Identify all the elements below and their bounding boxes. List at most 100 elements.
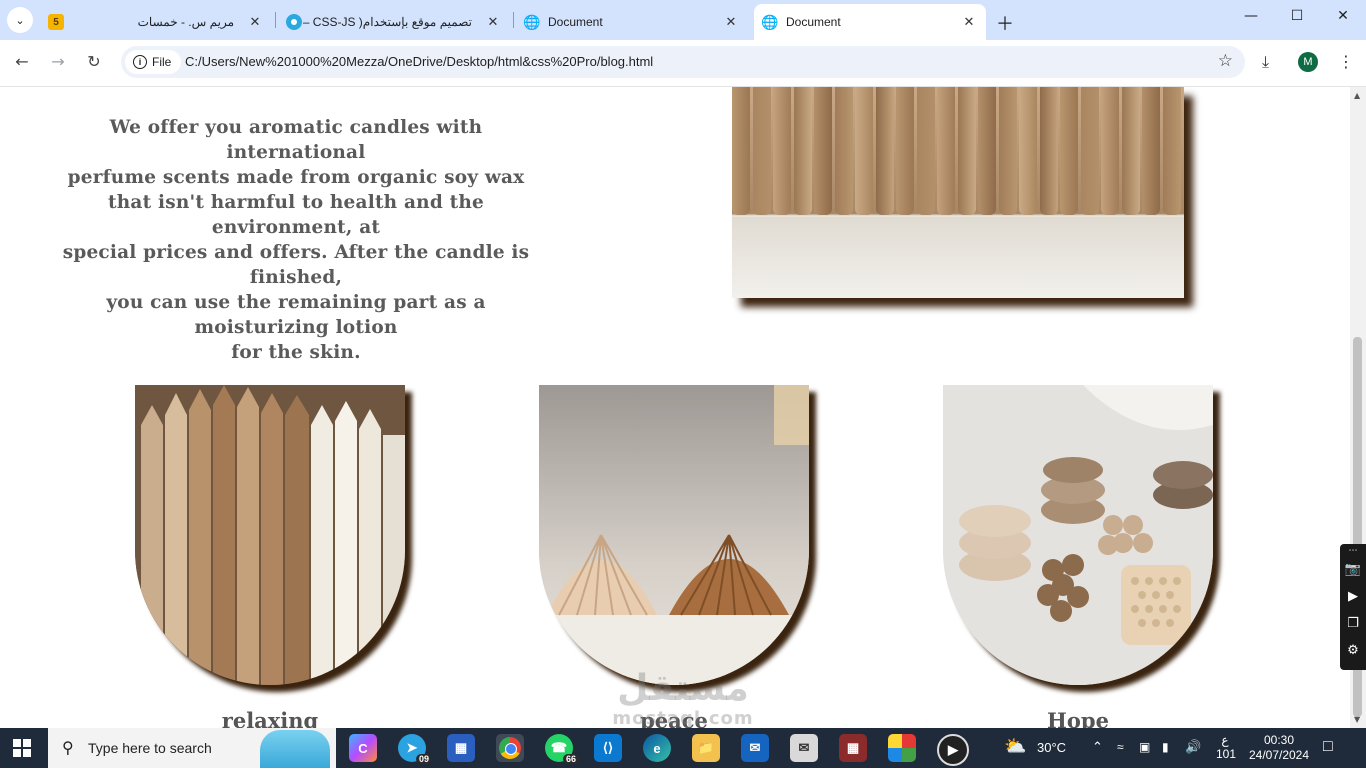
bookmark-star-icon[interactable]: ☆: [1218, 51, 1233, 71]
card-label-hope: Hope: [1047, 708, 1109, 728]
candle-column: [1101, 87, 1119, 215]
intro-line: you can use the remaining part as a mois…: [106, 292, 486, 338]
taskbar-search[interactable]: ⚲ Type here to search: [48, 728, 336, 768]
bubble-candles-illustration: [943, 385, 1213, 685]
profile-avatar[interactable]: M: [1298, 52, 1318, 72]
copilot-icon[interactable]: C: [349, 734, 377, 762]
mail-icon[interactable]: ✉: [741, 734, 769, 762]
video-camera-icon[interactable]: ▶: [1343, 589, 1363, 604]
close-icon[interactable]: ✕: [722, 13, 740, 31]
candle-column: [855, 87, 873, 215]
whatsapp-badge: 66: [562, 754, 579, 764]
clock[interactable]: 00:30 24/07/2024: [1248, 733, 1310, 773]
download-icon[interactable]: ⤓: [1262, 52, 1269, 72]
candle-column: [773, 87, 791, 215]
candle-column: [957, 87, 976, 215]
close-icon[interactable]: ✕: [246, 13, 264, 31]
chevron-up-icon[interactable]: ⌃: [1092, 739, 1103, 779]
vscode-icon[interactable]: ⟨⟩: [594, 734, 622, 762]
url-text[interactable]: C:/Users/New%201000%20Mezza/OneDrive/Des…: [185, 54, 653, 69]
tab-separator: [513, 12, 514, 28]
tab-title: مريم س. - خمسات: [137, 15, 234, 29]
site-info-chip[interactable]: i File: [125, 50, 182, 74]
chip-label: File: [152, 55, 172, 69]
candle-column: [1142, 87, 1160, 215]
camera-icon[interactable]: 📷: [1343, 562, 1363, 577]
maximize-button[interactable]: ☐: [1274, 8, 1320, 24]
tab-separator: [275, 12, 276, 28]
candle-column: [978, 87, 996, 215]
file-explorer-icon[interactable]: 📁: [692, 734, 720, 762]
forward-button[interactable]: →: [47, 52, 69, 71]
close-icon[interactable]: ✕: [960, 13, 978, 31]
weather-icon[interactable]: ⛅: [1004, 736, 1026, 776]
candle-column: [896, 87, 914, 215]
candle-column: [1019, 87, 1037, 215]
gear-icon[interactable]: ⚙: [1343, 643, 1363, 658]
intro-line: special prices and offers. After the can…: [62, 242, 530, 288]
candle-column: [1162, 87, 1181, 215]
notifications-icon[interactable]: □: [1323, 738, 1333, 778]
intro-line: We offer you aromatic candles with inter…: [109, 117, 483, 163]
candle-column: [916, 87, 935, 215]
microsoft-store-icon[interactable]: ▦: [447, 734, 475, 762]
candle-column: [1080, 87, 1099, 215]
hero-candles-image: [732, 87, 1184, 298]
tab-search-button[interactable]: ⌄: [7, 7, 33, 33]
whatsapp-icon[interactable]: ☎ 66: [545, 734, 579, 764]
tab-document-1[interactable]: 🌐 Document ✕: [516, 4, 748, 40]
scroll-down-arrow-icon[interactable]: ▼: [1354, 715, 1360, 724]
candle-column: [1039, 87, 1058, 215]
info-icon: i: [133, 55, 147, 69]
clock-time: 00:30: [1263, 733, 1295, 747]
windows-taskbar: ⚲ Type here to search C ➤ 09 ▦ ☎ 66 ⟨⟩ e 📁…: [0, 728, 1366, 768]
back-button[interactable]: ←: [11, 52, 33, 71]
site-favicon-icon: [286, 14, 302, 30]
reload-button[interactable]: ↻: [83, 52, 105, 71]
chrome-icon[interactable]: [496, 734, 524, 762]
watermark-arabic: مستقل: [617, 668, 749, 709]
card-label-relaxing: relaxing: [221, 708, 319, 728]
address-bar[interactable]: i File C:/Users/New%201000%20Mezza/OneDr…: [121, 46, 1245, 78]
minimize-button[interactable]: —: [1228, 8, 1274, 24]
email-client-icon[interactable]: ✉: [790, 734, 818, 762]
tab-title: Document: [548, 15, 603, 29]
language-indicator[interactable]: ع 101: [1216, 733, 1236, 773]
battery-icon[interactable]: ▮: [1162, 740, 1169, 780]
khamsat-favicon-icon: 5: [48, 14, 64, 30]
new-tab-button[interactable]: ＋: [996, 10, 1014, 36]
volume-icon[interactable]: 🔊: [1185, 739, 1201, 779]
candle-column: [732, 87, 750, 215]
globe-icon: 🌐: [761, 13, 779, 30]
winrar-icon[interactable]: ▦: [839, 734, 867, 762]
edge-icon[interactable]: e: [643, 734, 671, 762]
candle-card-peace-image: [539, 385, 809, 685]
media-player-icon[interactable]: ▶: [937, 734, 969, 766]
candle-column: [834, 87, 853, 215]
watermark: مستقل mostaql.com: [598, 668, 768, 730]
temperature[interactable]: 30°C: [1037, 740, 1066, 780]
windows-start-icon[interactable]: [13, 739, 31, 757]
close-window-button[interactable]: ✕: [1320, 8, 1366, 24]
telegram-icon[interactable]: ➤ 09: [398, 734, 432, 764]
candle-column: [937, 87, 955, 215]
close-icon[interactable]: ✕: [484, 13, 502, 31]
panel-handle-icon[interactable]: ⋯: [1343, 546, 1363, 556]
clock-date: 24/07/2024: [1248, 748, 1310, 762]
menu-kebab-icon[interactable]: ⋮: [1338, 52, 1354, 71]
office-apps-icon[interactable]: [888, 734, 916, 762]
candle-column: [875, 87, 894, 215]
tab-khamsat[interactable]: 5 مريم س. - خمسات ✕: [40, 4, 272, 40]
chevron-down-icon: ⌄: [15, 13, 25, 27]
taper-candles-illustration: [135, 385, 405, 685]
tab-document-active[interactable]: 🌐 Document ✕: [754, 4, 986, 40]
tab-css-js[interactable]: تصميم موقع بإستخدام( CSS-JS – ✕: [278, 4, 510, 40]
window-capture-icon[interactable]: ❐: [1343, 616, 1363, 631]
search-placeholder: Type here to search: [88, 740, 212, 756]
wifi-icon[interactable]: ≈: [1117, 740, 1124, 780]
candle-card-hope-image: [943, 385, 1213, 685]
globe-icon: 🌐: [523, 13, 541, 30]
scroll-up-arrow-icon[interactable]: ▲: [1354, 91, 1360, 100]
capture-side-panel: ⋯ 📷 ▶ ❐ ⚙: [1340, 544, 1366, 670]
meet-now-icon[interactable]: ▣: [1139, 740, 1150, 780]
